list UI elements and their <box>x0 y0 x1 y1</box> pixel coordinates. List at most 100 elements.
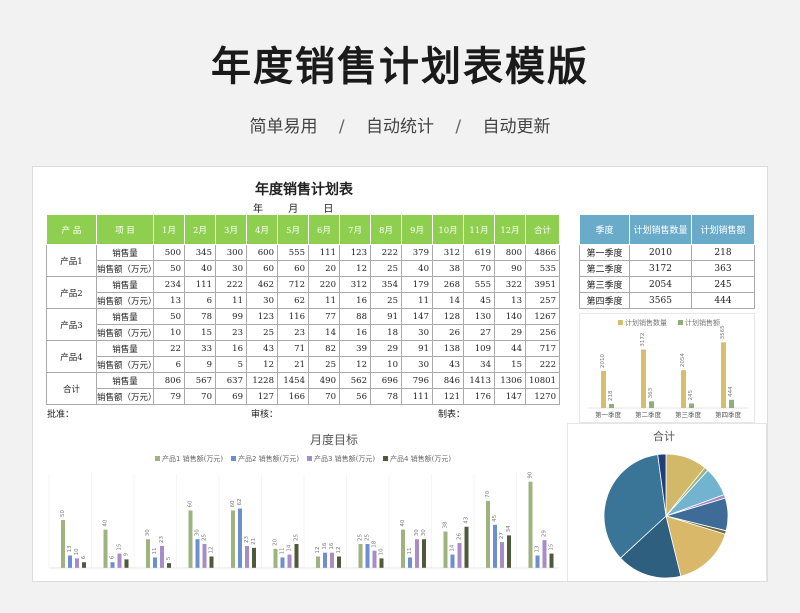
data-label: 6 <box>110 555 116 559</box>
sales-plan-table: 产 品项 目 1月 2月 3月 4月 5月 6月 7月 8月 9月 10月 11月 12月 合计 产品1 销… <box>46 214 560 405</box>
bar <box>153 557 157 568</box>
legend-swatch <box>231 456 236 461</box>
table-cell: 3172 <box>629 260 692 277</box>
table-cell: 567 <box>184 372 216 389</box>
row-label: 销售量 <box>96 340 154 357</box>
bar <box>415 539 419 568</box>
data-label: 10 <box>379 548 385 555</box>
bar <box>75 558 79 568</box>
table-cell: 14 <box>432 292 464 309</box>
bar <box>117 553 122 568</box>
bar <box>549 553 554 568</box>
table-cell: 77 <box>308 308 340 325</box>
bar <box>408 557 412 568</box>
table-cell: 16 <box>339 324 371 341</box>
table-cell: 166 <box>277 388 309 405</box>
data-label: 62 <box>237 499 243 506</box>
data-label: 13 <box>67 545 73 552</box>
table-cell: 82 <box>308 340 340 357</box>
data-label: 34 <box>506 525 512 532</box>
table-cell: 99 <box>215 308 247 325</box>
tick-label: 第四季度 <box>715 410 742 419</box>
data-label: 23 <box>159 535 165 542</box>
table-cell: 111 <box>401 388 433 405</box>
legend-label: 产品1 销售额(万元) <box>162 454 223 463</box>
table-cell: 9 <box>184 356 216 373</box>
bar <box>146 539 150 568</box>
data-label: 20 <box>273 538 279 545</box>
table-cell: 43 <box>246 340 278 357</box>
bar <box>721 342 726 408</box>
data-label: 245 <box>688 389 694 400</box>
legend-label: 产品4 销售额(万元) <box>390 454 451 463</box>
legend-swatch <box>307 456 312 461</box>
footer-review: 审核： <box>251 410 279 420</box>
table-row: 产品3 销售量 50 78 99 123 116 77 88 91 147 128 130 140 1267 <box>46 308 560 341</box>
table-cell: 39 <box>339 340 371 357</box>
data-label: 218 <box>608 390 614 401</box>
bar <box>535 555 540 568</box>
data-label: 25 <box>365 534 371 541</box>
data-label: 29 <box>542 530 548 537</box>
table-cell: 600 <box>246 244 278 261</box>
table-cell: 88 <box>339 308 371 325</box>
table-cell: 30 <box>246 292 278 309</box>
table-cell: 38 <box>432 260 464 277</box>
bar <box>231 510 235 568</box>
table-cell: 23 <box>215 324 247 341</box>
data-label: 12 <box>315 546 321 553</box>
table-cell: 222 <box>215 276 247 293</box>
table-cell: 27 <box>463 324 495 341</box>
table-cell: 147 <box>401 308 433 325</box>
table-row: 销售额（万元） 6 9 5 12 21 25 12 10 30 43 34 15 222 <box>47 356 560 373</box>
table-cell: 14 <box>308 324 340 341</box>
bar <box>188 510 193 568</box>
table-cell: 312 <box>339 276 371 293</box>
table-cell: 29 <box>370 340 402 357</box>
table-cell: 44 <box>494 340 526 357</box>
table-cell: 70 <box>184 388 216 405</box>
table-cell: 2054 <box>629 276 692 293</box>
row-label: 销售量 <box>96 308 154 325</box>
table-cell: 第二季度 <box>579 260 630 277</box>
table-cell: 128 <box>432 308 464 325</box>
table-cell: 127 <box>246 388 278 405</box>
column-header: 7月 <box>339 214 371 245</box>
table-cell: 30 <box>401 356 433 373</box>
table-row: 产品4 销售量 22 33 16 43 71 82 39 29 91 138 109 44 717 <box>46 340 560 373</box>
legend-label: 计划销售额 <box>685 318 720 327</box>
table-cell: 60 <box>246 260 278 277</box>
table-cell: 25 <box>308 356 340 373</box>
table-cell: 70 <box>463 260 495 277</box>
table-cell: 379 <box>401 244 433 261</box>
quarter-table: 季度 计划销售数量 计划销售额 第一季度 2010 218 第二季度 3172 363 第三季度… <box>579 214 755 309</box>
table-cell: 444 <box>691 292 755 309</box>
bar <box>330 552 334 568</box>
table-cell: 500 <box>153 244 185 261</box>
bar <box>457 543 462 568</box>
data-label: 5 <box>166 556 172 560</box>
table-cell: 第一季度 <box>579 244 630 261</box>
table-cell: 25 <box>370 260 402 277</box>
table-cell: 116 <box>277 308 309 325</box>
product-name: 产品4 <box>46 340 97 373</box>
table-cell: 218 <box>691 244 755 261</box>
column-header: 产 品 <box>46 214 97 245</box>
table-cell: 147 <box>494 388 526 405</box>
page-title: 年度销售计划表模版 <box>211 44 589 90</box>
table-cell: 222 <box>370 244 402 261</box>
bar <box>82 562 86 568</box>
table-cell: 138 <box>432 340 464 357</box>
table-cell: 62 <box>277 292 309 309</box>
bar <box>500 542 504 568</box>
column-header: 季度 <box>579 214 630 245</box>
legend-label: 计划销售数量 <box>625 318 667 327</box>
table-cell: 15 <box>184 324 216 341</box>
data-label: 90 <box>528 471 534 478</box>
bar <box>280 557 285 568</box>
table-cell: 2010 <box>629 244 692 261</box>
table-cell: 220 <box>308 276 340 293</box>
data-label: 38 <box>443 521 449 528</box>
table-cell: 717 <box>525 340 560 357</box>
table-cell: 4866 <box>525 244 560 261</box>
